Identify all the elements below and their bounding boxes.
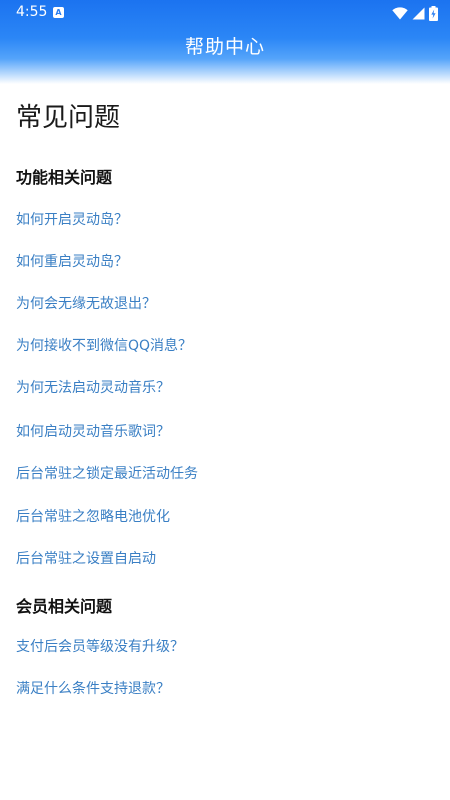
wifi-icon	[392, 6, 408, 20]
faq-link-refund-conditions[interactable]: 满足什么条件支持退款？	[16, 678, 170, 698]
faq-link-no-wechat-qq-messages[interactable]: 为何接收不到微信QQ消息？	[16, 335, 192, 355]
header: 4:55 A 帮助中心	[0, 0, 450, 84]
title-bar: 帮助中心	[0, 26, 450, 62]
faq-link-cannot-start-music[interactable]: 为何无法启动灵动音乐？	[16, 377, 170, 397]
status-icons	[392, 5, 438, 21]
faq-link-start-music-lyrics[interactable]: 如何启动灵动音乐歌词？	[16, 421, 170, 441]
faq-link-lock-recent-task[interactable]: 后台常驻之锁定最近活动任务	[16, 463, 198, 483]
page-title: 帮助中心	[184, 36, 265, 58]
help-center-screen: 4:55 A 帮助中心 常见问题 功能相关问题 如何开启灵动岛？ 如何重启灵动岛…	[0, 0, 450, 800]
faq-link-restart-island[interactable]: 如何重启灵动岛？	[16, 251, 128, 271]
faq-link-membership-not-upgraded[interactable]: 支付后会员等级没有升级？	[16, 636, 184, 656]
a-box-icon: A	[53, 7, 64, 18]
status-bar: 4:55 A	[0, 0, 450, 26]
faq-content: 常见问题 功能相关问题 如何开启灵动岛？ 如何重启灵动岛？ 为何会无缘无故退出？…	[16, 96, 436, 697]
status-time: 4:55	[16, 4, 48, 20]
faq-link-autostart[interactable]: 后台常驻之设置自启动	[16, 548, 156, 568]
section-title-membership: 会员相关问题	[16, 597, 113, 616]
section-title-features: 功能相关问题	[16, 168, 113, 187]
faq-link-ignore-battery-optimization[interactable]: 后台常驻之忽略电池优化	[16, 506, 170, 526]
faq-heading: 常见问题	[16, 103, 121, 133]
faq-link-unexpected-exit[interactable]: 为何会无缘无故退出？	[16, 293, 156, 313]
cellular-signal-icon	[412, 7, 425, 20]
faq-link-open-island[interactable]: 如何开启灵动岛？	[16, 209, 128, 229]
battery-charging-icon	[429, 5, 438, 21]
